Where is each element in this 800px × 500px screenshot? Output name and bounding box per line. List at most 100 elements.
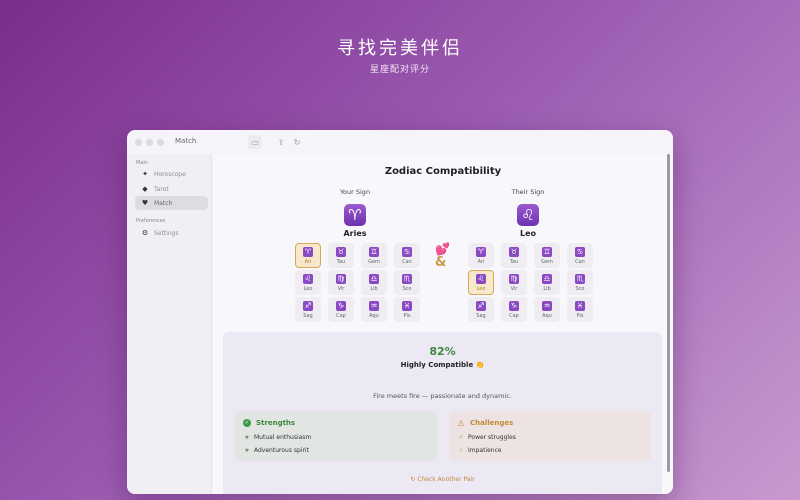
- sidebar-item-tarot[interactable]: ◆ Tarot: [135, 182, 208, 196]
- sign-abbr: Vir: [337, 285, 345, 292]
- challenge-text: Power struggles: [468, 434, 516, 441]
- challenges-header: ⚠ Challenges: [457, 418, 514, 428]
- zodiac-leo-icon: ♌: [303, 273, 313, 284]
- their-sign-name: Leo: [519, 229, 537, 238]
- compatibility-verdict: Highly Compatible 👏: [223, 361, 662, 369]
- sign-cell-aqu[interactable]: ♒ Aqu: [534, 297, 560, 322]
- sign-abbr: Lib: [543, 285, 551, 292]
- sign-cell-cap[interactable]: ♑ Cap: [328, 297, 354, 322]
- sign-abbr: Ari: [304, 258, 312, 265]
- aries-icon: ♈: [344, 204, 366, 226]
- zodiac-can-icon: ♋: [575, 246, 585, 257]
- sign-cell-gem[interactable]: ♊ Gem: [361, 243, 387, 268]
- sidebar-toggle-icon[interactable]: ▭: [248, 135, 262, 149]
- sidebar-item-match[interactable]: ♥ Match: [135, 196, 208, 210]
- sidebar-item-settings[interactable]: ⚙ Settings: [135, 226, 208, 240]
- sign-cell-pis[interactable]: ♓ Pis: [394, 297, 420, 322]
- hero-title: 寻找完美伴侣: [337, 38, 463, 59]
- zodiac-sco-icon: ♏: [575, 273, 585, 284]
- zodiac-vir-icon: ♍: [336, 273, 346, 284]
- zoom-window-button[interactable]: [157, 139, 164, 146]
- list-item: ★ Mutual enthusiasm: [243, 434, 311, 441]
- zodiac-tau-icon: ♉: [509, 246, 519, 257]
- window-title: Match: [175, 137, 197, 145]
- scrollbar[interactable]: [667, 154, 670, 472]
- sign-abbr: Aqu: [369, 312, 379, 319]
- sign-cell-tau[interactable]: ♉ Tau: [328, 243, 354, 268]
- sign-cell-pis[interactable]: ♓ Pis: [567, 297, 593, 322]
- star-icon: ★: [244, 434, 250, 441]
- sparkle-icon: ✦: [142, 170, 148, 178]
- sidebar-item-label: Settings: [154, 229, 179, 237]
- sidebar-item-horoscope[interactable]: ✦ Horoscope: [135, 167, 208, 181]
- sign-cell-sag[interactable]: ♐ Sag: [295, 297, 321, 322]
- sidebar-item-label: Tarot: [154, 185, 169, 193]
- sign-abbr: Lib: [370, 285, 378, 292]
- refresh-icon: ↻: [410, 476, 416, 483]
- sign-cell-can[interactable]: ♋ Can: [567, 243, 593, 268]
- check-another-label: Check Another Pair: [417, 476, 475, 483]
- sign-abbr: Vir: [510, 285, 518, 292]
- heart-icon: ♥: [141, 199, 149, 207]
- refresh-icon[interactable]: ↻: [290, 135, 304, 149]
- challenges-card: ⚠ Challenges ⚡ Power struggles ⚡ Impatie…: [449, 411, 651, 461]
- challenges-title: Challenges: [470, 419, 514, 427]
- list-item: ⚡ Impatience: [457, 447, 502, 454]
- ampersand-icon: &: [435, 255, 447, 270]
- verdict-text: Highly Compatible: [400, 361, 474, 369]
- zodiac-pis-icon: ♓: [402, 300, 412, 311]
- zodiac-vir-icon: ♍: [509, 273, 519, 284]
- sign-cell-vir[interactable]: ♍ Vir: [501, 270, 527, 295]
- leo-icon: ♌: [517, 204, 539, 226]
- sign-abbr: Pis: [403, 312, 411, 319]
- share-icon[interactable]: ⇪: [274, 135, 288, 149]
- sign-cell-sco[interactable]: ♏ Sco: [394, 270, 420, 295]
- sign-abbr: Gem: [368, 258, 380, 265]
- check-another-pair-button[interactable]: ↻ Check Another Pair: [223, 476, 662, 483]
- lightning-icon: ⚡: [458, 434, 464, 441]
- sign-cell-vir[interactable]: ♍ Vir: [328, 270, 354, 295]
- sign-cell-leo[interactable]: ♌ Leo: [295, 270, 321, 295]
- sign-cell-sco[interactable]: ♏ Sco: [567, 270, 593, 295]
- sign-abbr: Leo: [303, 285, 313, 292]
- strengths-title: Strengths: [256, 419, 296, 427]
- challenge-text: Impatience: [468, 447, 502, 454]
- sidebar-item-label: Horoscope: [154, 170, 186, 178]
- sign-abbr: Cap: [336, 312, 346, 319]
- sign-abbr: Sag: [476, 312, 486, 319]
- strength-text: Adventurous spirit: [254, 447, 309, 454]
- their-sign-label: Their Sign: [511, 188, 545, 196]
- sign-cell-lib[interactable]: ♎ Lib: [361, 270, 387, 295]
- diamond-icon: ◆: [142, 185, 148, 193]
- sign-cell-ari[interactable]: ♈ Ari: [468, 243, 494, 268]
- sidebar: Main ✦ Horoscope ◆ Tarot ♥ Match Prefere…: [127, 154, 212, 494]
- sign-cell-can[interactable]: ♋ Can: [394, 243, 420, 268]
- sign-cell-tau[interactable]: ♉ Tau: [501, 243, 527, 268]
- zodiac-gem-icon: ♊: [542, 246, 552, 257]
- app-window: Match ▭ ⇪ ↻ Main ✦ Horoscope ◆ Tarot ♥ M…: [127, 130, 673, 494]
- page-title: Zodiac Compatibility: [384, 166, 502, 177]
- compatibility-description: Fire meets fire — passionate and dynamic…: [373, 392, 512, 400]
- zodiac-aqu-icon: ♒: [369, 300, 379, 311]
- warning-icon: ⚠: [457, 418, 465, 428]
- title-bar: Match ▭ ⇪ ↻: [127, 130, 673, 154]
- zodiac-sag-icon: ♐: [476, 300, 486, 311]
- minimize-window-button[interactable]: [146, 139, 153, 146]
- zodiac-ari-icon: ♈: [303, 246, 313, 257]
- sign-abbr: Sco: [402, 285, 412, 292]
- sign-cell-sag[interactable]: ♐ Sag: [468, 297, 494, 322]
- sign-cell-aqu[interactable]: ♒ Aqu: [361, 297, 387, 322]
- sign-cell-gem[interactable]: ♊ Gem: [534, 243, 560, 268]
- sign-cell-cap[interactable]: ♑ Cap: [501, 297, 527, 322]
- hearts-icon: 💕: [435, 242, 450, 256]
- close-window-button[interactable]: [135, 139, 142, 146]
- sign-cell-ari[interactable]: ♈ Ari: [295, 243, 321, 268]
- sign-abbr: Sco: [575, 285, 585, 292]
- sign-cell-leo[interactable]: ♌ Leo: [468, 270, 494, 295]
- sign-cell-lib[interactable]: ♎ Lib: [534, 270, 560, 295]
- their-sign-grid: ♈ Ari ♉ Tau ♊ Gem ♋ Can ♌ Leo ♍ Vir ♎ Lib ♏ Sco ♐ Sag ♑ Cap…: [468, 243, 593, 322]
- sign-abbr: Leo: [476, 285, 486, 292]
- zodiac-sco-icon: ♏: [402, 273, 412, 284]
- sign-abbr: Gem: [541, 258, 553, 265]
- sign-abbr: Can: [402, 258, 412, 265]
